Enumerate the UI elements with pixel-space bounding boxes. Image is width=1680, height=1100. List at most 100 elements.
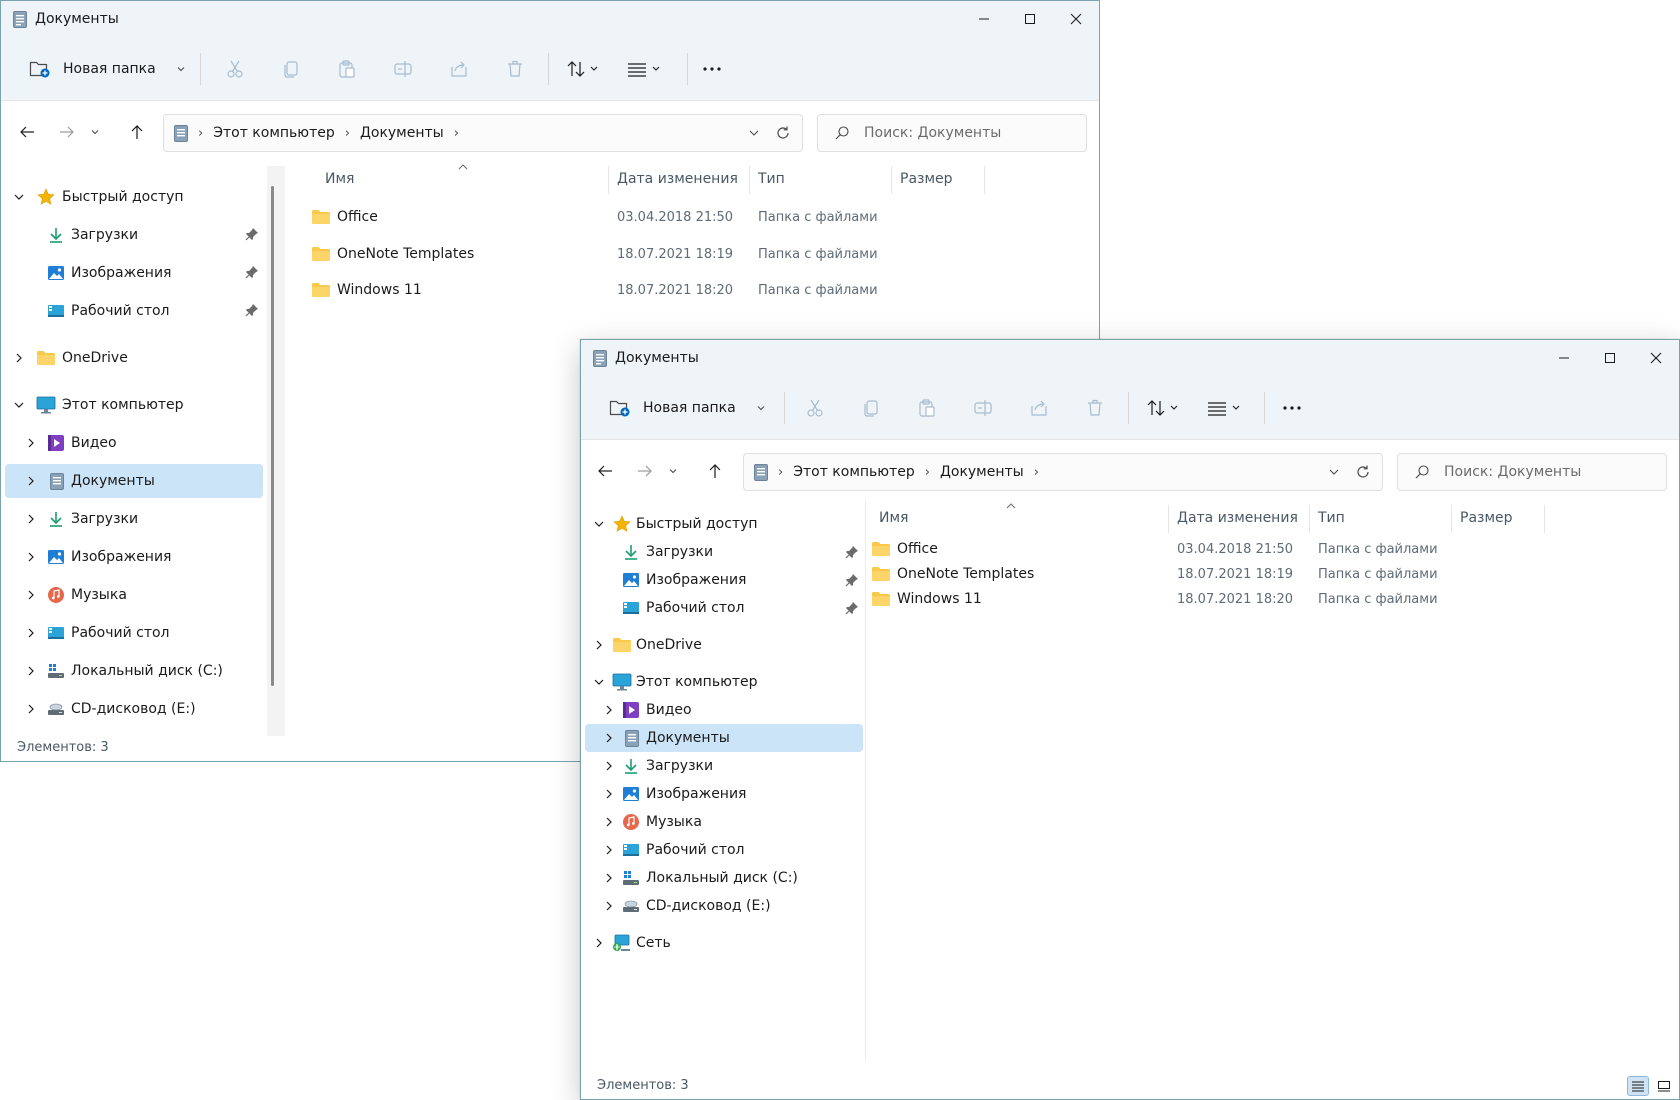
- pin-icon[interactable]: [245, 303, 259, 317]
- maximize-button[interactable]: [1007, 1, 1053, 37]
- nav-local-disk[interactable]: Локальный диск (C:): [5, 654, 263, 688]
- column-divider[interactable]: [1544, 505, 1545, 533]
- nav-onedrive[interactable]: OneDrive: [5, 341, 263, 375]
- search-input[interactable]: [864, 122, 1034, 144]
- back-button[interactable]: [587, 453, 623, 489]
- chevron-right-icon[interactable]: [601, 870, 617, 886]
- nav-quick-access[interactable]: Быстрый доступ: [5, 180, 263, 214]
- maximize-button[interactable]: [1587, 340, 1633, 376]
- title-bar[interactable]: Документы: [1, 1, 1099, 37]
- recent-locations-button[interactable]: [663, 453, 683, 489]
- breadcrumb-this-pc[interactable]: Этот компьютер: [793, 464, 915, 480]
- chevron-right-icon[interactable]: [11, 350, 27, 366]
- chevron-right-icon[interactable]: [601, 842, 617, 858]
- cut-button[interactable]: [795, 390, 835, 426]
- chevron-down-icon[interactable]: [591, 516, 607, 532]
- share-button[interactable]: [1019, 390, 1059, 426]
- pane-divider[interactable]: [865, 501, 866, 1061]
- column-divider[interactable]: [984, 166, 985, 194]
- nav-scrollbar[interactable]: [267, 166, 285, 736]
- nav-quick-access[interactable]: Быстрый доступ: [585, 510, 863, 538]
- chevron-right-icon[interactable]: [601, 730, 617, 746]
- file-row[interactable]: Windows 11 18.07.2021 18:20 Папка с файл…: [311, 276, 911, 304]
- pin-icon[interactable]: [845, 601, 859, 615]
- address-bar[interactable]: › Этот компьютер › Документы ›: [163, 114, 803, 152]
- forward-button[interactable]: [627, 453, 663, 489]
- column-header-date[interactable]: Дата изменения: [1169, 501, 1309, 535]
- rename-button[interactable]: [963, 390, 1003, 426]
- pin-icon[interactable]: [845, 573, 859, 587]
- nav-local-disk[interactable]: Локальный диск (C:): [585, 864, 863, 892]
- scrollbar-thumb[interactable]: [271, 186, 274, 686]
- chevron-right-icon[interactable]: [23, 625, 39, 641]
- chevron-right-icon[interactable]: [601, 814, 617, 830]
- delete-button[interactable]: [495, 51, 535, 87]
- breadcrumb-chevron-icon[interactable]: ›: [1034, 465, 1039, 480]
- close-button[interactable]: [1053, 1, 1099, 37]
- chevron-right-icon[interactable]: [591, 637, 607, 653]
- paste-button[interactable]: [907, 390, 947, 426]
- chevron-right-icon[interactable]: [601, 786, 617, 802]
- file-row[interactable]: Office 03.04.2018 21:50 Папка с файлами: [311, 203, 911, 231]
- chevron-right-icon[interactable]: [591, 935, 607, 951]
- search-box[interactable]: [1397, 453, 1667, 491]
- up-button[interactable]: [119, 114, 155, 150]
- column-header-date[interactable]: Дата изменения: [609, 162, 749, 196]
- address-bar[interactable]: › Этот компьютер › Документы ›: [743, 453, 1383, 491]
- breadcrumb-chevron-icon[interactable]: ›: [345, 126, 350, 141]
- nav-video[interactable]: Видео: [585, 696, 863, 724]
- back-button[interactable]: [9, 114, 45, 150]
- pin-icon[interactable]: [845, 545, 859, 559]
- nav-this-pc[interactable]: Этот компьютер: [585, 668, 863, 696]
- column-header-type[interactable]: Тип: [750, 162, 890, 196]
- nav-downloads[interactable]: Загрузки: [5, 502, 263, 536]
- chevron-right-icon[interactable]: [601, 702, 617, 718]
- nav-network[interactable]: Сеть: [585, 929, 863, 957]
- copy-button[interactable]: [271, 51, 311, 87]
- column-header-name[interactable]: Имя: [317, 162, 607, 196]
- chevron-right-icon[interactable]: [23, 473, 39, 489]
- minimize-button[interactable]: [1541, 340, 1587, 376]
- nav-cd-drive[interactable]: CD-дисковод (E:): [585, 892, 863, 920]
- forward-button[interactable]: [49, 114, 85, 150]
- file-row[interactable]: Windows 11 18.07.2021 18:20 Папка с файл…: [871, 587, 1471, 611]
- nav-qa-pictures[interactable]: Изображения: [5, 256, 263, 290]
- file-row[interactable]: OneNote Templates 18.07.2021 18:19 Папка…: [871, 562, 1471, 586]
- up-button[interactable]: [697, 453, 733, 489]
- chevron-right-icon[interactable]: [601, 758, 617, 774]
- breadcrumb-documents[interactable]: Документы: [940, 464, 1024, 480]
- nav-pictures[interactable]: Изображения: [585, 780, 863, 808]
- nav-cd-drive[interactable]: CD-дисковод (E:): [5, 692, 263, 726]
- nav-qa-desktop[interactable]: Рабочий стол: [585, 594, 863, 622]
- minimize-button[interactable]: [961, 1, 1007, 37]
- recent-locations-button[interactable]: [85, 114, 105, 150]
- refresh-button[interactable]: [1350, 460, 1376, 484]
- chevron-right-icon[interactable]: [23, 587, 39, 603]
- share-button[interactable]: [439, 51, 479, 87]
- chevron-right-icon[interactable]: [23, 701, 39, 717]
- nav-qa-downloads[interactable]: Загрузки: [585, 538, 863, 566]
- nav-qa-desktop[interactable]: Рабочий стол: [5, 294, 263, 328]
- close-button[interactable]: [1633, 340, 1679, 376]
- file-row[interactable]: OneNote Templates 18.07.2021 18:19 Папка…: [311, 240, 911, 268]
- nav-documents[interactable]: Документы: [585, 724, 863, 752]
- chevron-right-icon[interactable]: [23, 511, 39, 527]
- nav-pictures[interactable]: Изображения: [5, 540, 263, 574]
- nav-qa-pictures[interactable]: Изображения: [585, 566, 863, 594]
- more-button[interactable]: [1272, 390, 1312, 426]
- column-header-name[interactable]: Имя: [871, 501, 1167, 535]
- view-button[interactable]: [1203, 390, 1249, 426]
- breadcrumb-documents[interactable]: Документы: [360, 125, 444, 141]
- breadcrumb-chevron-icon[interactable]: ›: [925, 465, 930, 480]
- rename-button[interactable]: [383, 51, 423, 87]
- nav-documents[interactable]: Документы: [5, 464, 263, 498]
- chevron-down-icon[interactable]: [591, 674, 607, 690]
- cut-button[interactable]: [215, 51, 255, 87]
- title-bar[interactable]: Документы: [581, 340, 1679, 376]
- search-input[interactable]: [1444, 461, 1614, 483]
- new-folder-button[interactable]: Новая папка: [595, 390, 776, 426]
- address-dropdown-button[interactable]: [1324, 462, 1344, 482]
- breadcrumb-chevron-icon[interactable]: ›: [454, 126, 459, 141]
- file-row[interactable]: Office 03.04.2018 21:50 Папка с файлами: [871, 537, 1471, 561]
- refresh-button[interactable]: [770, 121, 796, 145]
